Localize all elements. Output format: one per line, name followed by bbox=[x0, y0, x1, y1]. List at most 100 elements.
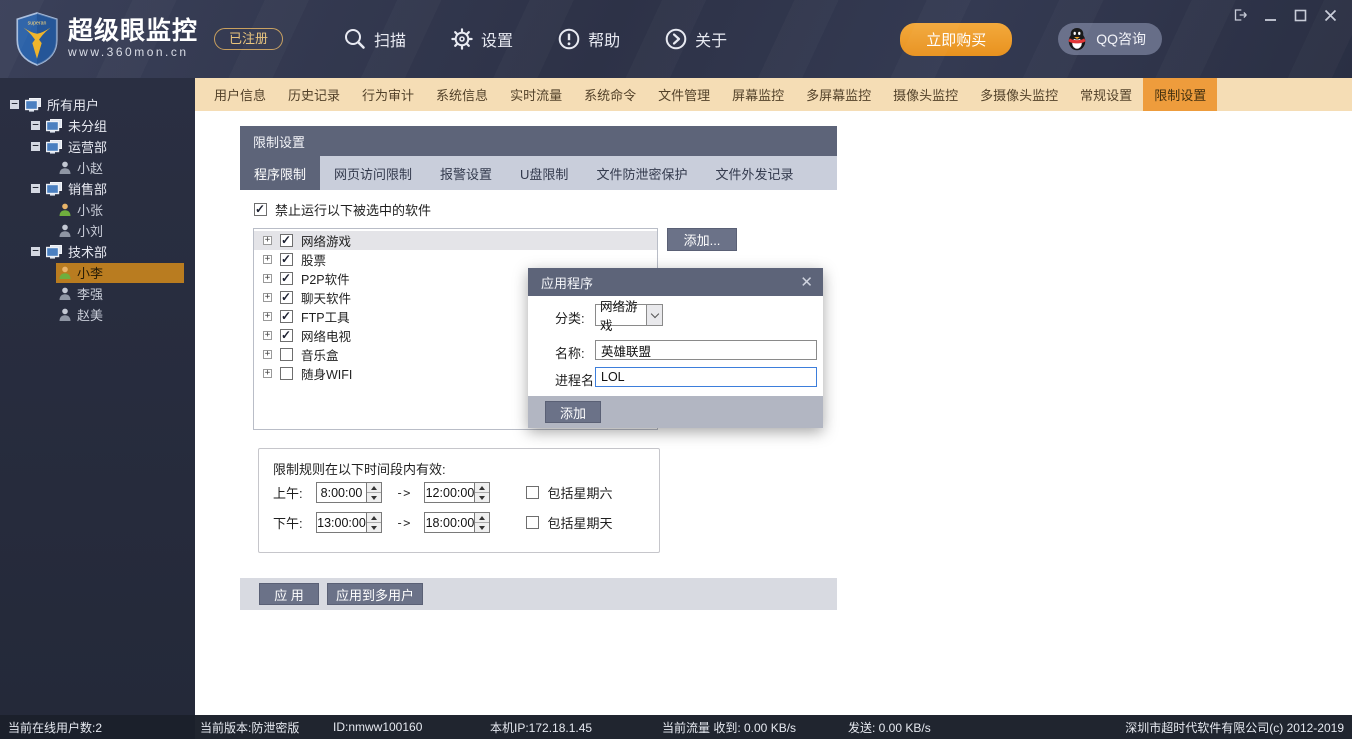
name-label: 名称: bbox=[555, 343, 585, 362]
category-select[interactable]: 网络游戏 bbox=[595, 304, 663, 326]
tab-file-manage[interactable]: 文件管理 bbox=[647, 78, 721, 111]
user-offline-icon bbox=[58, 308, 72, 321]
forbid-software-row: 禁止运行以下被选中的软件 bbox=[254, 200, 431, 219]
item-checkbox[interactable] bbox=[280, 291, 293, 304]
close-icon[interactable] bbox=[1322, 8, 1338, 22]
tree-group-all-users[interactable]: − 所有用户 bbox=[0, 94, 195, 115]
tab-system-info[interactable]: 系统信息 bbox=[425, 78, 499, 111]
status-bar: 当前在线用户数:2 当前版本:防泄密版 ID:nmww100160 本机IP:1… bbox=[0, 715, 1352, 739]
process-name-field[interactable]: LOL bbox=[595, 367, 817, 387]
tree-user-xiaoli-selected[interactable]: 小李 bbox=[0, 262, 195, 283]
tree-user-liqiang[interactable]: 李强 bbox=[0, 283, 195, 304]
spin-down-icon[interactable] bbox=[367, 492, 381, 502]
subtab-usb-limit[interactable]: U盘限制 bbox=[506, 156, 582, 190]
tab-multi-screen-monitor[interactable]: 多屏幕监控 bbox=[795, 78, 882, 111]
add-software-button[interactable]: 添加... bbox=[667, 228, 737, 251]
collapse-icon[interactable]: − bbox=[31, 247, 40, 256]
tab-screen-monitor[interactable]: 屏幕监控 bbox=[721, 78, 795, 111]
expand-icon[interactable]: + bbox=[263, 274, 272, 283]
computer-group-icon bbox=[25, 98, 42, 112]
tree-user-xiaozhang[interactable]: 小张 bbox=[0, 199, 195, 220]
forbid-software-checkbox[interactable] bbox=[254, 203, 267, 216]
item-checkbox[interactable] bbox=[280, 367, 293, 380]
tab-restriction-settings[interactable]: 限制设置 bbox=[1143, 78, 1217, 111]
dialog-close-icon[interactable]: ✕ bbox=[800, 275, 813, 290]
gear-icon bbox=[450, 27, 474, 51]
dialog-header: 应用程序 ✕ bbox=[528, 268, 823, 296]
tab-general-settings[interactable]: 常规设置 bbox=[1069, 78, 1143, 111]
collapse-icon[interactable]: − bbox=[31, 142, 40, 151]
subtab-program-limit[interactable]: 程序限制 bbox=[240, 156, 320, 190]
tree-label: 未分组 bbox=[68, 116, 107, 135]
window-controls bbox=[1232, 8, 1338, 22]
tree-group-operations[interactable]: − 运营部 bbox=[0, 136, 195, 157]
logout-icon[interactable] bbox=[1232, 8, 1248, 22]
subtab-leak-protection[interactable]: 文件防泄密保护 bbox=[582, 156, 701, 190]
tree-label: 所有用户 bbox=[47, 95, 99, 114]
spin-down-icon[interactable] bbox=[367, 522, 381, 532]
tab-history[interactable]: 历史记录 bbox=[277, 78, 351, 111]
name-field[interactable]: 英雄联盟 bbox=[595, 340, 817, 360]
list-item-stocks[interactable]: + 股票 bbox=[254, 250, 657, 269]
subtab-alert-settings[interactable]: 报警设置 bbox=[426, 156, 506, 190]
spin-up-icon[interactable] bbox=[475, 483, 489, 492]
spin-up-icon[interactable] bbox=[367, 483, 381, 492]
spin-down-icon[interactable] bbox=[475, 522, 489, 532]
traffic-received-status: 当前流量 收到: 0.00 KB/s bbox=[662, 715, 796, 739]
tree-group-sales[interactable]: − 销售部 bbox=[0, 178, 195, 199]
spin-down-icon[interactable] bbox=[475, 492, 489, 502]
item-checkbox[interactable] bbox=[280, 253, 293, 266]
collapse-icon[interactable]: − bbox=[10, 100, 19, 109]
expand-icon[interactable]: + bbox=[263, 236, 272, 245]
item-checkbox[interactable] bbox=[280, 310, 293, 323]
item-checkbox[interactable] bbox=[280, 272, 293, 285]
tab-camera-monitor[interactable]: 摄像头监控 bbox=[882, 78, 969, 111]
tab-realtime-traffic[interactable]: 实时流量 bbox=[499, 78, 573, 111]
subtab-web-access-limit[interactable]: 网页访问限制 bbox=[320, 156, 426, 190]
time-from-spinner[interactable]: 8:00:00 bbox=[316, 482, 382, 503]
tab-behavior-audit[interactable]: 行为审计 bbox=[351, 78, 425, 111]
apply-button[interactable]: 应 用 bbox=[259, 583, 319, 605]
time-rules-box: 限制规则在以下时间段内有效: 上午: 8:00:00 -> 12:00:00 bbox=[258, 448, 660, 553]
list-item-online-games[interactable]: + 网络游戏 bbox=[254, 231, 657, 250]
tree-user-zhaomei[interactable]: 赵美 bbox=[0, 304, 195, 325]
tab-user-info[interactable]: 用户信息 bbox=[203, 78, 277, 111]
minimize-icon[interactable] bbox=[1262, 8, 1278, 22]
buy-now-button[interactable]: 立即购买 bbox=[900, 23, 1012, 56]
spin-up-icon[interactable] bbox=[475, 513, 489, 522]
include-sunday-checkbox[interactable] bbox=[526, 516, 539, 529]
include-saturday-checkbox[interactable] bbox=[526, 486, 539, 499]
tree-user-xiaoliu[interactable]: 小刘 bbox=[0, 220, 195, 241]
tree-group-ungrouped[interactable]: − 未分组 bbox=[0, 115, 195, 136]
nav-about[interactable]: 关于 bbox=[664, 27, 727, 51]
tree-group-tech[interactable]: − 技术部 bbox=[0, 241, 195, 262]
expand-icon[interactable]: + bbox=[263, 350, 272, 359]
collapse-icon[interactable]: − bbox=[31, 184, 40, 193]
maximize-icon[interactable] bbox=[1292, 8, 1308, 22]
expand-icon[interactable]: + bbox=[263, 293, 272, 302]
qq-consult-button[interactable]: QQ咨询 bbox=[1058, 23, 1162, 55]
help-icon bbox=[557, 27, 581, 51]
expand-icon[interactable]: + bbox=[263, 255, 272, 264]
apply-to-multiple-users-button[interactable]: 应用到多用户 bbox=[327, 583, 423, 605]
dialog-add-button[interactable]: 添加 bbox=[545, 401, 601, 423]
item-checkbox[interactable] bbox=[280, 348, 293, 361]
nav-settings[interactable]: 设置 bbox=[450, 27, 513, 51]
time-to-spinner[interactable]: 12:00:00 bbox=[424, 482, 490, 503]
item-checkbox[interactable] bbox=[280, 234, 293, 247]
time-to-spinner[interactable]: 18:00:00 bbox=[424, 512, 490, 533]
nav-help[interactable]: 帮助 bbox=[557, 27, 620, 51]
time-from-spinner[interactable]: 13:00:00 bbox=[316, 512, 382, 533]
item-checkbox[interactable] bbox=[280, 329, 293, 342]
tab-system-command[interactable]: 系统命令 bbox=[573, 78, 647, 111]
spin-up-icon[interactable] bbox=[367, 513, 381, 522]
expand-icon[interactable]: + bbox=[263, 331, 272, 340]
tab-multi-camera-monitor[interactable]: 多摄像头监控 bbox=[969, 78, 1069, 111]
nav-scan[interactable]: 扫描 bbox=[343, 27, 406, 51]
expand-icon[interactable]: + bbox=[263, 312, 272, 321]
application-dialog: 应用程序 ✕ 分类: 网络游戏 名称: 英雄联盟 进程名: LOL 添加 bbox=[528, 268, 823, 428]
tree-user-xiaozhao[interactable]: 小赵 bbox=[0, 157, 195, 178]
subtab-outgoing-file-log[interactable]: 文件外发记录 bbox=[701, 156, 807, 190]
collapse-icon[interactable]: − bbox=[31, 121, 40, 130]
expand-icon[interactable]: + bbox=[263, 369, 272, 378]
